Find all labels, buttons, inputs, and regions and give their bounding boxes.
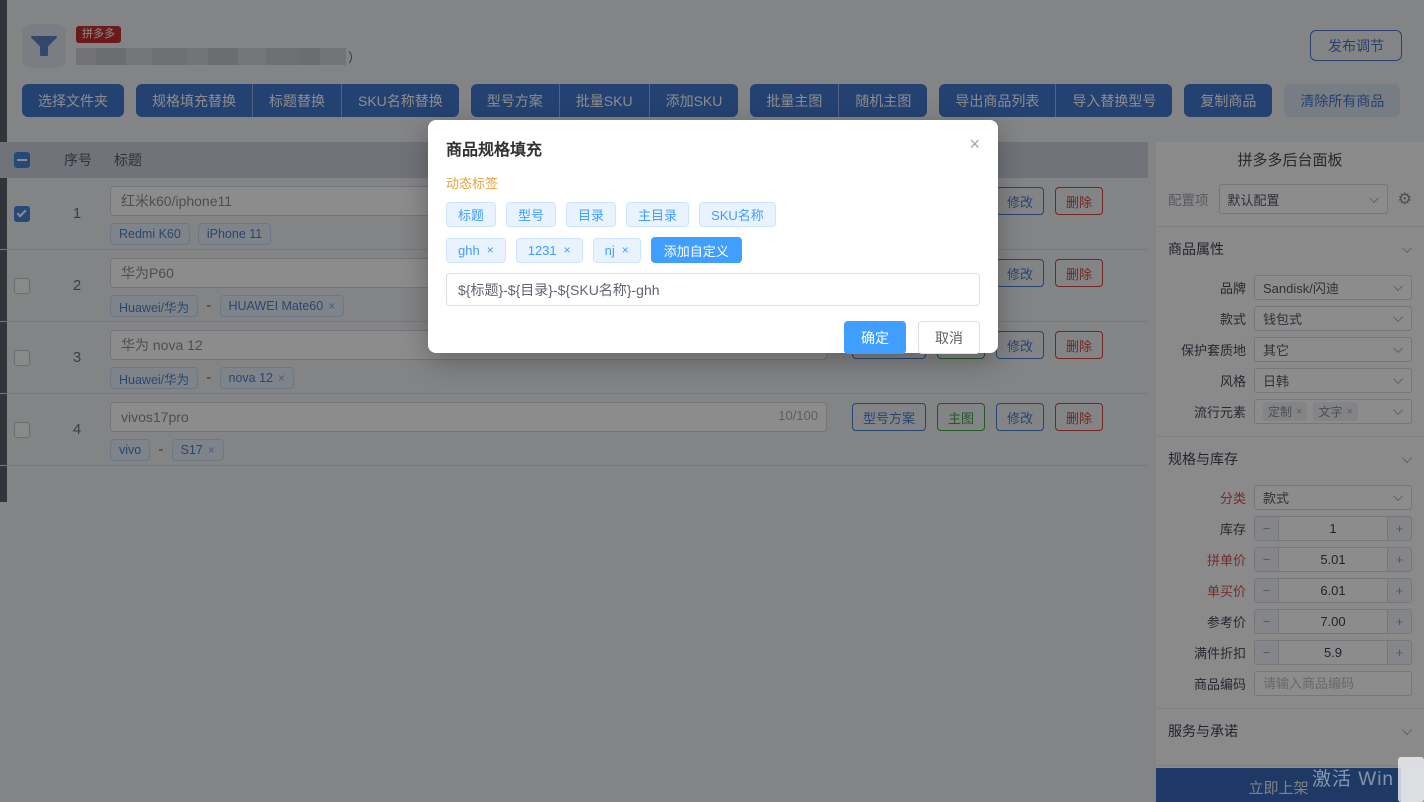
custom-tag-label: 1231 — [527, 242, 557, 258]
preset-tag[interactable]: 型号 — [506, 202, 557, 227]
custom-tag[interactable]: 1231 × — [515, 237, 583, 263]
close-icon[interactable]: × — [969, 135, 980, 153]
preset-tag[interactable]: 主目录 — [626, 202, 690, 227]
confirm-button[interactable]: 确定 — [844, 321, 906, 354]
dynamic-tags-label: 动态标签 — [446, 176, 499, 191]
modal-title: 商品规格填充 — [446, 142, 543, 159]
windows-activation-watermark: 激活 Win — [1312, 769, 1395, 790]
preset-tag-label: SKU名称 — [711, 208, 764, 223]
custom-tag-label: ghh — [458, 242, 480, 258]
modal-footer: 确定 取消 — [446, 321, 980, 354]
add-custom-button[interactable]: 添加自定义 — [650, 237, 742, 263]
remove-tag-icon[interactable]: × — [564, 243, 571, 257]
corner-widget[interactable] — [1398, 757, 1424, 802]
preset-tag-label: 主目录 — [638, 208, 678, 223]
preset-tag[interactable]: 标题 — [446, 202, 497, 227]
preset-tag-label: 型号 — [518, 208, 545, 223]
remove-tag-icon[interactable]: × — [622, 243, 629, 257]
preset-tag-label: 目录 — [578, 208, 605, 223]
custom-tag-label: nj — [604, 242, 615, 258]
custom-tags-row: ghh × 1231 × nj × 添加自定义 — [446, 237, 980, 263]
preset-tag-label: 标题 — [458, 208, 485, 223]
template-input[interactable] — [446, 273, 980, 306]
custom-tag[interactable]: ghh × — [446, 237, 506, 263]
preset-tags-row: 标题 型号 目录 主目录 SKU名称 — [446, 202, 980, 227]
preset-tag[interactable]: SKU名称 — [699, 202, 776, 227]
preset-tag[interactable]: 目录 — [566, 202, 617, 227]
remove-tag-icon[interactable]: × — [487, 243, 494, 257]
custom-tag[interactable]: nj × — [592, 237, 641, 263]
cancel-button[interactable]: 取消 — [918, 321, 980, 354]
spec-fill-modal: 商品规格填充 × 动态标签 标题 型号 目录 主目录 SKU名称 ghh × 1231 × nj… — [428, 120, 998, 354]
